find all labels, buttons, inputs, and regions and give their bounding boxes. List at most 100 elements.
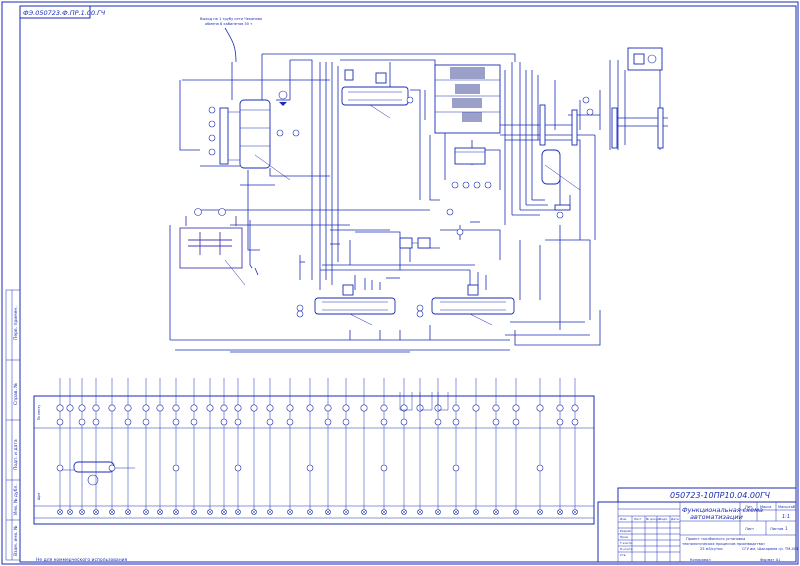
field-instrument: [342, 404, 350, 412]
board-instrument: [536, 464, 544, 472]
vent-note-line2: обмена 8 кабинетов 50 т: [205, 22, 252, 26]
scale-value: 1:1: [782, 514, 790, 520]
flange-assembly-right: [539, 104, 664, 149]
row-header-date: Дата: [671, 517, 679, 521]
sheet-outer-border: [1, 1, 799, 565]
filter-unit: [399, 237, 431, 249]
heat-exchanger-bottom-right: [431, 284, 515, 326]
local-instrument: [324, 418, 332, 426]
local-instrument: [172, 418, 180, 426]
row-utv: Утв.: [620, 553, 626, 557]
vertical-vessel-right: [541, 149, 581, 211]
lit-label: Лит.: [745, 505, 753, 509]
row-nkontr: Н.контр.: [620, 547, 633, 551]
local-instrument: [190, 418, 198, 426]
field-instrument: [556, 404, 564, 412]
local-instrument: [286, 418, 294, 426]
board-instrument: [108, 464, 116, 472]
field-instrument: [124, 404, 132, 412]
org-label: СГУ им. Шакарима гр. ТМ-401: [742, 547, 798, 551]
local-instrument: [556, 418, 564, 426]
side-label-top: Перв. примен.: [13, 306, 19, 340]
receiver-tank: [454, 147, 486, 165]
panel-row-board: Щит: [37, 492, 41, 500]
side-label-low: Подп. и дата: [13, 439, 19, 470]
instrument-columns: [56, 378, 579, 515]
board-instrument: [452, 464, 460, 472]
storage-bin: [434, 64, 501, 134]
desc-line1: Проект «колбасного установка: [686, 537, 745, 541]
local-instrument: [266, 418, 274, 426]
field-instrument: [472, 404, 480, 412]
local-instrument: [434, 418, 442, 426]
side-label-vzam: Взам. инв. №: [13, 525, 19, 556]
heat-exchanger-bottom-left: [314, 284, 396, 326]
local-instrument: [342, 418, 350, 426]
local-instrument: [124, 418, 132, 426]
field-instrument: [142, 404, 150, 412]
mass-label: Масса: [760, 505, 771, 509]
desc-line3: 25 м3/сутки: [700, 547, 723, 551]
field-instrument: [78, 404, 86, 412]
vent-note-line1: Выход на 1 трубу сети Чеканово: [200, 17, 262, 21]
field-instrument: [56, 404, 64, 412]
field-instrument: [92, 404, 100, 412]
local-instrument: [571, 418, 579, 426]
motor-unit: [627, 47, 663, 71]
local-instrument: [234, 418, 242, 426]
heat-exchanger-top: [341, 69, 409, 119]
field-instrument: [266, 404, 274, 412]
bottom-note: Не для коммерческого использования: [36, 557, 128, 563]
row-header-izm: Изм.: [620, 517, 627, 521]
left-binding-strip: Перв. примен. Справ. № Подп. и дата Инв.…: [5, 289, 21, 561]
field-instrument: [206, 404, 214, 412]
sheets-label: Листов: [770, 527, 783, 531]
field-instrument: [250, 404, 258, 412]
row-header-list: Лист: [634, 517, 642, 521]
title-line2: автоматизации: [690, 513, 743, 521]
field-instrument: [190, 404, 198, 412]
board-instrument: [172, 464, 180, 472]
board-instrument: [306, 464, 314, 472]
field-instrument: [286, 404, 294, 412]
functional-automation-diagram: ФЭ.050723.Ф.ПР.1.00.ГЧ Перв. примен. Спр…: [1, 1, 799, 565]
copied-label: Копировал: [690, 558, 711, 562]
top-code: ФЭ.050723.Ф.ПР.1.00.ГЧ: [23, 9, 106, 17]
sheets-value: 1: [785, 526, 788, 531]
local-instrument: [220, 418, 228, 426]
row-razrab: Разраб.: [620, 529, 632, 533]
local-instrument: [380, 418, 388, 426]
field-instrument: [536, 404, 544, 412]
row-prov: Пров.: [620, 535, 629, 539]
field-instrument: [452, 404, 460, 412]
field-instrument: [108, 404, 116, 412]
field-instrument: [324, 404, 332, 412]
field-instrument: [172, 404, 180, 412]
field-instrument: [360, 404, 368, 412]
row-header-sign: Подп.: [659, 517, 668, 521]
board-instrument: [380, 464, 388, 472]
panel-row-local: По месту: [37, 405, 41, 420]
local-instrument: [512, 418, 520, 426]
sheet-label: Лист: [745, 527, 754, 531]
local-instrument: [142, 418, 150, 426]
local-instrument: [492, 418, 500, 426]
field-instrument: [380, 404, 388, 412]
title-block: 050723-10ПР10.04.00ГЧ Функциональная схе…: [597, 487, 798, 563]
field-instrument: [492, 404, 500, 412]
board-instrument: [234, 464, 242, 472]
instrument-panel: По месту Щит: [33, 395, 595, 525]
reactor-vessel: [179, 208, 246, 286]
board-instrument: [56, 464, 64, 472]
format-label: Формат А1: [760, 558, 780, 562]
local-instrument: [452, 418, 460, 426]
local-instrument: [92, 418, 100, 426]
field-instrument: [156, 404, 164, 412]
field-instrument: [306, 404, 314, 412]
field-instrument: [220, 404, 228, 412]
local-instrument: [56, 418, 64, 426]
control-valve-1: [276, 90, 290, 106]
row-tkontr: Т.контр.: [619, 541, 633, 545]
field-instrument: [512, 404, 520, 412]
field-instrument: [234, 404, 242, 412]
